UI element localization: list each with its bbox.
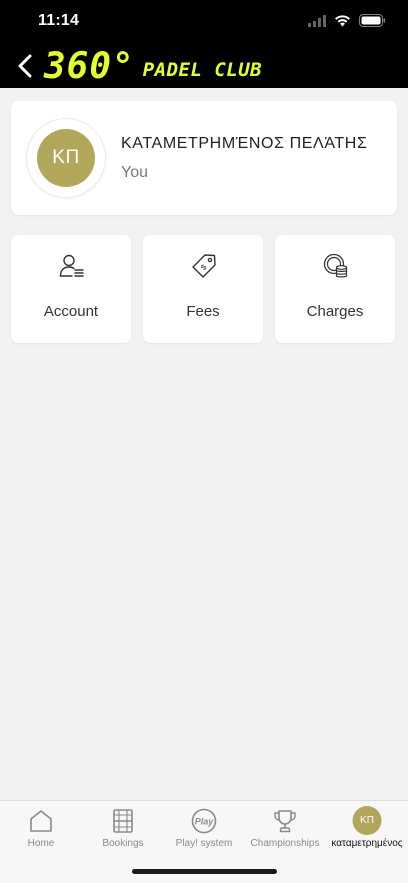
tab-profile-label: καταμετρημένος bbox=[331, 838, 403, 849]
avatar: ΚΠ bbox=[37, 129, 95, 187]
price-tag-icon: $ bbox=[192, 254, 216, 278]
logo-text: PADEL CLUB bbox=[142, 59, 263, 81]
logo-number: 360° bbox=[44, 46, 135, 87]
tab-home[interactable]: Home bbox=[0, 801, 82, 857]
home-indicator bbox=[132, 869, 277, 874]
trophy-icon bbox=[274, 810, 296, 833]
profile-subtitle: You bbox=[121, 164, 148, 181]
account-label: Account bbox=[43, 303, 99, 320]
play-icon-text: Play bbox=[195, 817, 215, 827]
bookings-icon bbox=[113, 809, 133, 833]
battery-icon bbox=[359, 14, 386, 27]
account-icon bbox=[59, 254, 84, 277]
club-logo: 360° PADEL CLUB bbox=[44, 45, 262, 87]
account-tile[interactable]: Account bbox=[11, 235, 131, 343]
home-icon bbox=[30, 810, 52, 832]
back-arrow-icon[interactable] bbox=[14, 52, 38, 80]
profile-card[interactable]: ΚΠ ΚΑΤΑΜΕΤΡΗΜΈΝΟΣ ΠΕΛΆΤΗΣ You bbox=[11, 101, 397, 215]
status-bar: 11:14 bbox=[0, 0, 408, 44]
status-icons bbox=[308, 14, 386, 27]
fees-label: Fees bbox=[186, 303, 220, 320]
svg-text:$: $ bbox=[199, 262, 209, 272]
profile-name: ΚΑΤΑΜΕΤΡΗΜΈΝΟΣ ΠΕΛΆΤΗΣ bbox=[121, 135, 368, 152]
tab-championships[interactable]: Championships bbox=[244, 801, 326, 857]
fees-tile[interactable]: $ Fees bbox=[143, 235, 263, 343]
charges-tile[interactable]: Charges bbox=[275, 235, 395, 343]
app-header: 360° PADEL CLUB bbox=[0, 44, 408, 88]
coins-icon bbox=[323, 253, 348, 278]
wifi-icon bbox=[335, 15, 350, 27]
avatar-ring: ΚΠ bbox=[27, 119, 105, 197]
signal-icon bbox=[308, 14, 326, 27]
tab-profile[interactable]: ΚΠ καταμετρημένος bbox=[326, 801, 408, 857]
tab-bookings[interactable]: Bookings bbox=[82, 801, 164, 857]
avatar: ΚΠ bbox=[352, 806, 382, 835]
status-time: 11:14 bbox=[38, 12, 80, 29]
charges-label: Charges bbox=[306, 303, 364, 320]
play-icon: Play bbox=[191, 808, 217, 834]
tab-play-system[interactable]: Play Play! system bbox=[163, 801, 245, 857]
